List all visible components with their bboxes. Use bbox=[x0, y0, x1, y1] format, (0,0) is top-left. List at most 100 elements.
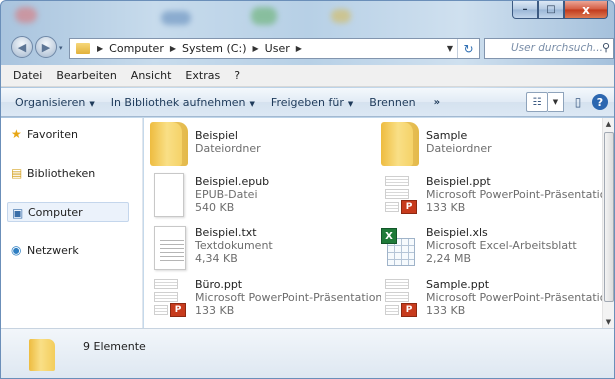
file-list: Beispiel Dateiordner Sample Dateiordner … bbox=[144, 118, 602, 328]
menu-help[interactable]: ? bbox=[227, 69, 247, 82]
refresh-icon: ↻ bbox=[463, 41, 474, 56]
powerpoint-icon: P bbox=[381, 276, 419, 320]
close-button[interactable]: x bbox=[564, 1, 608, 19]
powerpoint-icon: P bbox=[381, 173, 419, 217]
excel-icon: X bbox=[381, 226, 419, 270]
maximize-button[interactable]: □ bbox=[538, 1, 564, 19]
change-view-button[interactable]: ☷ bbox=[526, 92, 548, 112]
powerpoint-icon: P bbox=[150, 276, 188, 320]
help-icon: ? bbox=[596, 95, 604, 109]
title-bar[interactable]: – □ x bbox=[1, 1, 614, 31]
help-button[interactable]: ? bbox=[592, 94, 608, 110]
file-item-buero-ppt[interactable]: P Büro.ppt Microsoft PowerPoint-Präsenta… bbox=[144, 274, 382, 324]
wallpaper-blur bbox=[161, 11, 191, 25]
chevron-down-icon: ▼ bbox=[249, 99, 255, 108]
address-dropdown-icon[interactable]: ▼ bbox=[447, 44, 453, 53]
folder-icon bbox=[381, 122, 419, 166]
command-bar: Organisieren ▼ In Bibliothek aufnehmen ▼ F… bbox=[1, 88, 614, 117]
slide-thumbnail bbox=[385, 189, 409, 199]
file-item-beispiel-epub[interactable]: Beispiel.epub EPUB-Datei 540 KB bbox=[144, 171, 372, 221]
breadcrumb-system-c[interactable]: System (C:) bbox=[179, 42, 250, 55]
nav-label: Favoriten bbox=[27, 127, 78, 141]
refresh-button[interactable]: ↻ bbox=[457, 39, 479, 58]
search-placeholder: User durchsuch... bbox=[511, 42, 603, 54]
scroll-thumb[interactable] bbox=[604, 132, 614, 302]
file-type: Microsoft PowerPoint-Präsentation bbox=[195, 291, 383, 304]
menu-ansicht[interactable]: Ansicht bbox=[124, 69, 179, 82]
file-text: Sample.ppt Microsoft PowerPoint-Präsenta… bbox=[426, 278, 602, 317]
file-name: Beispiel bbox=[195, 129, 238, 142]
organize-label: Organisieren bbox=[15, 95, 86, 109]
star-icon: ★ bbox=[11, 127, 22, 141]
file-text: Beispiel Dateiordner bbox=[195, 129, 261, 155]
folder-icon bbox=[150, 122, 188, 166]
search-icon[interactable]: ⚲ bbox=[602, 41, 610, 54]
file-name: Beispiel.epub bbox=[195, 175, 270, 188]
powerpoint-badge-icon: P bbox=[401, 303, 417, 317]
back-button[interactable]: ◀ bbox=[11, 36, 33, 58]
file-item-beispiel-folder[interactable]: Beispiel Dateiordner bbox=[144, 120, 372, 170]
view-dropdown-button[interactable]: ▼ bbox=[548, 92, 564, 112]
nav-bibliotheken[interactable]: ▤ Bibliotheken bbox=[7, 163, 129, 183]
nav-label: Bibliotheken bbox=[27, 166, 96, 180]
file-item-beispiel-xls[interactable]: X Beispiel.xls Microsoft Excel-Arbeitsbl… bbox=[375, 224, 602, 274]
breadcrumb-user[interactable]: User bbox=[262, 42, 293, 55]
history-dropdown[interactable]: ▾ bbox=[59, 44, 63, 52]
nav-netzwerk[interactable]: ◉ Netzwerk bbox=[7, 240, 129, 260]
navigation-pane: ★ Favoriten ▤ Bibliotheken ▣ Computer ◉ … bbox=[1, 118, 143, 328]
arrow-right-icon: ▶ bbox=[41, 40, 51, 54]
scroll-down-icon[interactable]: ▼ bbox=[603, 316, 614, 328]
document-icon bbox=[154, 173, 184, 217]
slide-thumbnail bbox=[385, 176, 409, 186]
file-item-beispiel-ppt[interactable]: P Beispiel.ppt Microsoft PowerPoint-Präs… bbox=[375, 171, 602, 221]
wallpaper-blur bbox=[331, 9, 351, 23]
minimize-button[interactable]: – bbox=[512, 1, 538, 19]
nav-label: Netzwerk bbox=[27, 243, 79, 257]
address-bar[interactable]: ▶ Computer ▶ System (C:) ▶ User ▶ ▼ ↻ bbox=[69, 38, 480, 59]
menu-bar: Datei Bearbeiten Ansicht Extras ? bbox=[1, 65, 614, 87]
text-file-icon bbox=[154, 226, 186, 270]
file-item-beispiel-txt[interactable]: Beispiel.txt Textdokument 4,34 KB bbox=[144, 224, 372, 274]
vertical-scrollbar[interactable]: ▲ ▼ bbox=[602, 118, 614, 328]
menu-extras[interactable]: Extras bbox=[178, 69, 227, 82]
chevron-right-icon[interactable]: ▶ bbox=[293, 44, 305, 53]
file-name: Büro.ppt bbox=[195, 278, 243, 291]
search-input[interactable]: User durchsuch... ⚲ bbox=[484, 38, 614, 59]
forward-button[interactable]: ▶ bbox=[35, 36, 57, 58]
file-size: 133 KB bbox=[426, 304, 466, 317]
menu-datei[interactable]: Datei bbox=[6, 69, 49, 82]
add-to-library-button[interactable]: In Bibliothek aufnehmen ▼ bbox=[103, 96, 263, 109]
details-pane: 9 Elemente bbox=[1, 328, 614, 378]
more-commands-button[interactable]: » bbox=[424, 97, 450, 108]
file-name: Sample bbox=[426, 129, 468, 142]
chevron-right-icon[interactable]: ▶ bbox=[94, 44, 106, 53]
file-item-sample-ppt[interactable]: P Sample.ppt Microsoft PowerPoint-Präsen… bbox=[375, 274, 602, 324]
share-with-button[interactable]: Freigeben für ▼ bbox=[263, 96, 361, 109]
nav-computer[interactable]: ▣ Computer bbox=[7, 202, 129, 222]
item-count: 9 Elemente bbox=[83, 340, 146, 353]
preview-pane-button[interactable]: ▯ bbox=[568, 92, 588, 112]
file-name: Beispiel.xls bbox=[426, 226, 488, 239]
breadcrumb-computer[interactable]: Computer bbox=[106, 42, 167, 55]
nav-label: Computer bbox=[28, 205, 83, 219]
menu-bearbeiten[interactable]: Bearbeiten bbox=[49, 69, 123, 82]
file-text: Sample Dateiordner bbox=[426, 129, 492, 155]
file-size: 133 KB bbox=[195, 304, 235, 317]
slide-thumbnail bbox=[385, 202, 399, 212]
chevron-down-icon: ▼ bbox=[347, 99, 354, 108]
slide-thumbnail bbox=[154, 305, 168, 315]
burn-button[interactable]: Brennen bbox=[361, 96, 423, 109]
slide-thumbnail bbox=[385, 305, 399, 315]
toolbar-right: ☷ ▼ ▯ ? bbox=[526, 92, 608, 112]
file-item-sample-folder[interactable]: Sample Dateiordner bbox=[375, 120, 602, 170]
chevron-right-icon[interactable]: ▶ bbox=[250, 44, 262, 53]
text-lines bbox=[160, 237, 184, 263]
nav-favoriten[interactable]: ★ Favoriten bbox=[7, 124, 129, 144]
organize-button[interactable]: Organisieren ▼ bbox=[7, 96, 103, 109]
file-type: Textdokument bbox=[195, 239, 273, 252]
chevron-right-icon[interactable]: ▶ bbox=[167, 44, 179, 53]
file-size: 2,24 MB bbox=[426, 252, 472, 265]
file-text: Beispiel.epub EPUB-Datei 540 KB bbox=[195, 175, 269, 214]
folder-icon bbox=[76, 43, 90, 54]
scroll-up-icon[interactable]: ▲ bbox=[603, 118, 614, 130]
